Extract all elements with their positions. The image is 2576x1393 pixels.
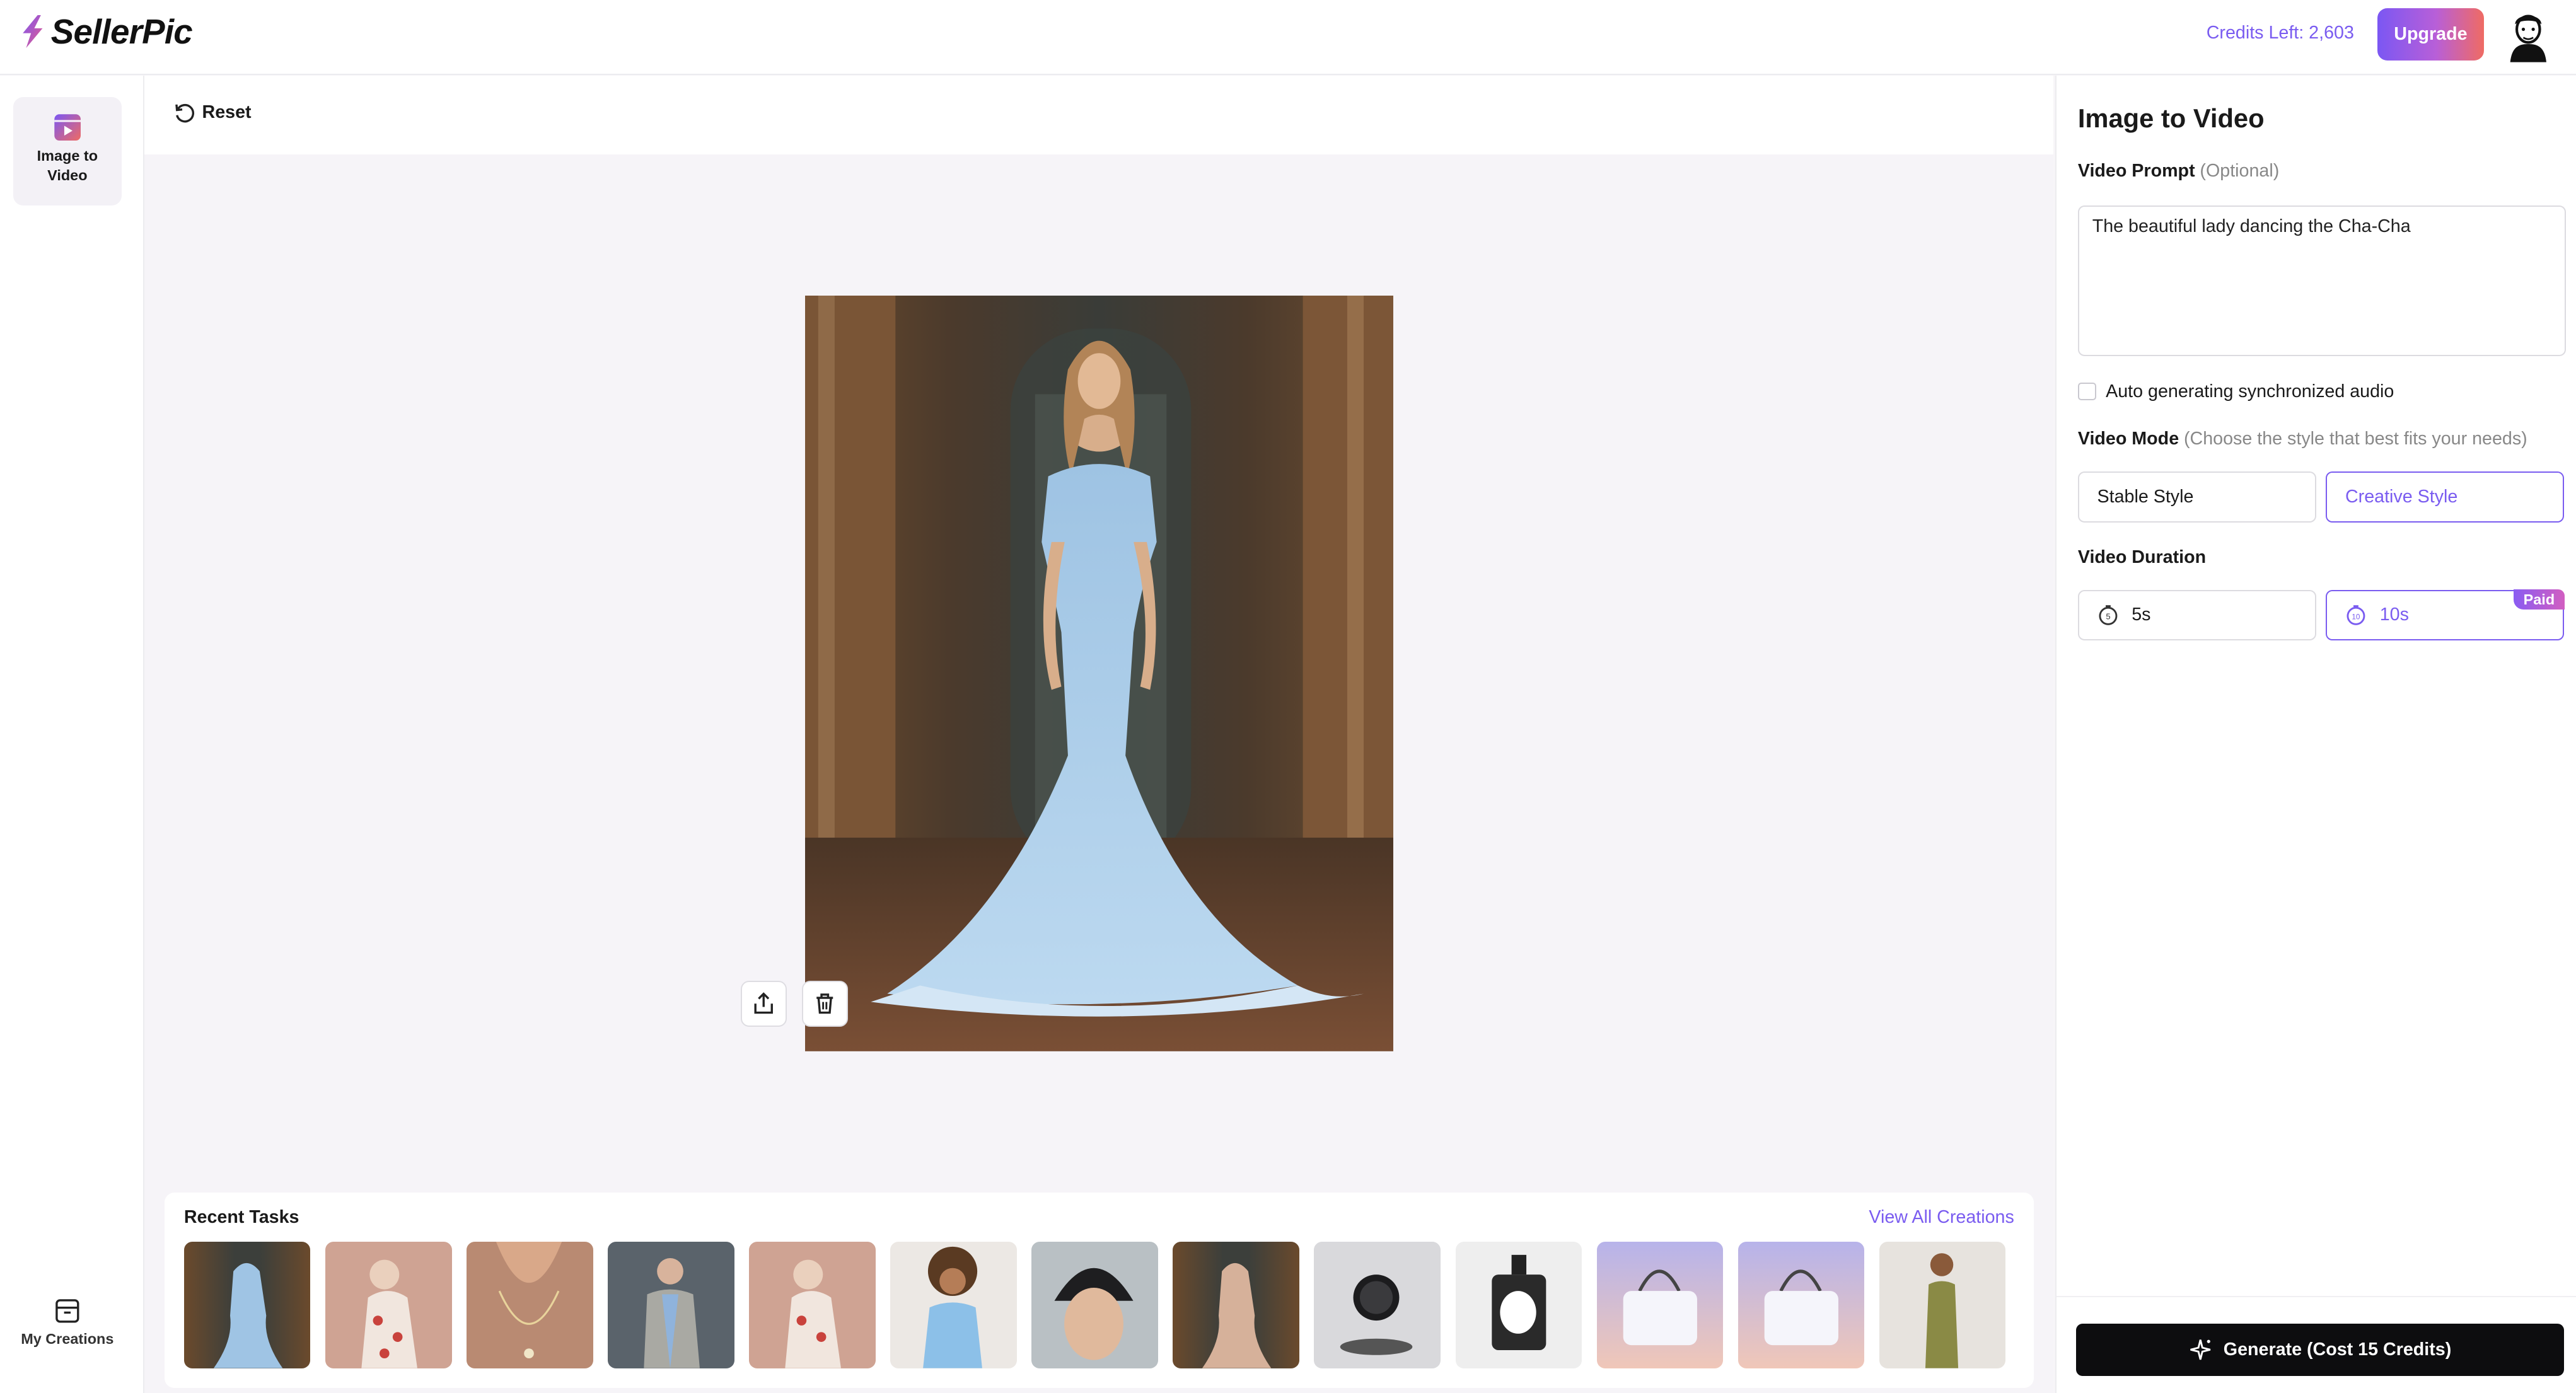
upgrade-button[interactable]: Upgrade (2377, 8, 2485, 61)
top-header: SellerPic Credits Left: 2,603 Upgrade (0, 0, 2576, 76)
trash-icon (816, 993, 833, 1014)
recent-thumbnail[interactable] (608, 1242, 734, 1368)
audio-checkbox[interactable] (2077, 382, 2096, 401)
recent-thumbnail[interactable] (467, 1242, 593, 1368)
recent-thumbnails (183, 1242, 2006, 1368)
sidebar-item-label: Image to Video (37, 147, 98, 184)
video-duration-label: Video Duration (2077, 546, 2207, 567)
timer-icon: 10 (2347, 605, 2365, 625)
reset-button[interactable]: Reset (174, 101, 252, 124)
panel-title: Image to Video (2077, 103, 2265, 134)
view-all-creations-link[interactable]: View All Creations (1869, 1207, 2014, 1228)
uploaded-image (804, 296, 1393, 1051)
recent-tasks-panel: Recent Tasks View All Creations (164, 1192, 2034, 1388)
video-mode-label-text: Video Mode (2077, 429, 2179, 449)
generate-button[interactable]: Generate (Cost 15 Credits) (2076, 1323, 2565, 1377)
svg-text:5: 5 (2106, 611, 2110, 621)
app-window: SellerPic Credits Left: 2,603 Upgrade Im… (0, 0, 2576, 1393)
paid-badge: Paid (2514, 589, 2565, 610)
timer-icon: 5 (2098, 605, 2117, 625)
reset-icon (175, 103, 195, 122)
video-mode-label: Video Mode (Choose the style that best fi… (2078, 429, 2527, 449)
mode-stable-style[interactable]: Stable Style (2077, 471, 2316, 523)
recent-thumbnail[interactable] (1879, 1242, 2006, 1368)
duration-5s-label: 5s (2132, 604, 2151, 625)
video-prompt-input[interactable]: The beautiful lady dancing the Cha-Cha (2077, 205, 2566, 357)
audio-option[interactable]: Auto generating synchronized audio (2077, 381, 2394, 402)
canvas-toolbar: Reset (144, 75, 2054, 154)
recent-tasks-title: Recent Tasks (183, 1207, 299, 1228)
recent-thumbnail[interactable] (1596, 1242, 1724, 1368)
image-to-video-icon (54, 114, 81, 141)
mode-creative-style[interactable]: Creative Style (2326, 471, 2565, 523)
recent-thumbnail[interactable] (1738, 1242, 1865, 1368)
recent-thumbnail[interactable] (890, 1242, 1017, 1368)
video-mode-hint: (Choose the style that best fits your ne… (2183, 429, 2527, 449)
recent-thumbnail[interactable] (1455, 1242, 1582, 1368)
delete-button[interactable] (801, 980, 848, 1027)
archive-box-icon (55, 1298, 79, 1323)
svg-text:10: 10 (2352, 613, 2360, 621)
upload-button[interactable] (741, 980, 787, 1027)
brand-logo[interactable]: SellerPic (20, 11, 193, 52)
upload-icon (755, 992, 774, 1014)
brand-name: SellerPic (50, 12, 193, 52)
generate-footer: Generate (Cost 15 Credits) (2056, 1296, 2576, 1393)
recent-thumbnail[interactable] (325, 1242, 452, 1368)
bolt-logo-icon (23, 15, 43, 49)
recent-thumbnail[interactable] (1031, 1242, 1158, 1368)
sparkle-icon (2190, 1339, 2211, 1360)
avatar[interactable] (2500, 6, 2556, 63)
video-prompt-label: Video Prompt (Optional) (2078, 161, 2279, 182)
recent-thumbnail[interactable] (183, 1242, 311, 1368)
reset-label: Reset (202, 101, 252, 122)
sidebar-item-image-to-video[interactable]: Image to Video (13, 96, 122, 205)
duration-5s[interactable]: 5 5s (2077, 589, 2316, 641)
recent-thumbnail[interactable] (749, 1242, 876, 1368)
generate-label: Generate (Cost 15 Credits) (2223, 1339, 2452, 1360)
credits-left: Credits Left: 2,603 (2206, 23, 2354, 43)
audio-label: Auto generating synchronized audio (2106, 381, 2394, 402)
recent-thumbnail[interactable] (1173, 1242, 1300, 1368)
duration-10s[interactable]: 10 10s Paid (2326, 589, 2565, 641)
recent-thumbnail[interactable] (1314, 1242, 1441, 1368)
sidebar-bottom-label: My Creations (21, 1330, 114, 1347)
settings-panel: Image to Video Video Prompt (Optional) Th… (2055, 75, 2576, 1393)
video-prompt-label-text: Video Prompt (2077, 161, 2195, 182)
video-prompt-hint: (Optional) (2200, 161, 2280, 182)
sidebar-item-my-creations[interactable]: My Creations (10, 1298, 125, 1348)
duration-10s-label: 10s (2379, 604, 2409, 625)
left-sidebar: Image to Video My Creations (0, 75, 144, 1393)
